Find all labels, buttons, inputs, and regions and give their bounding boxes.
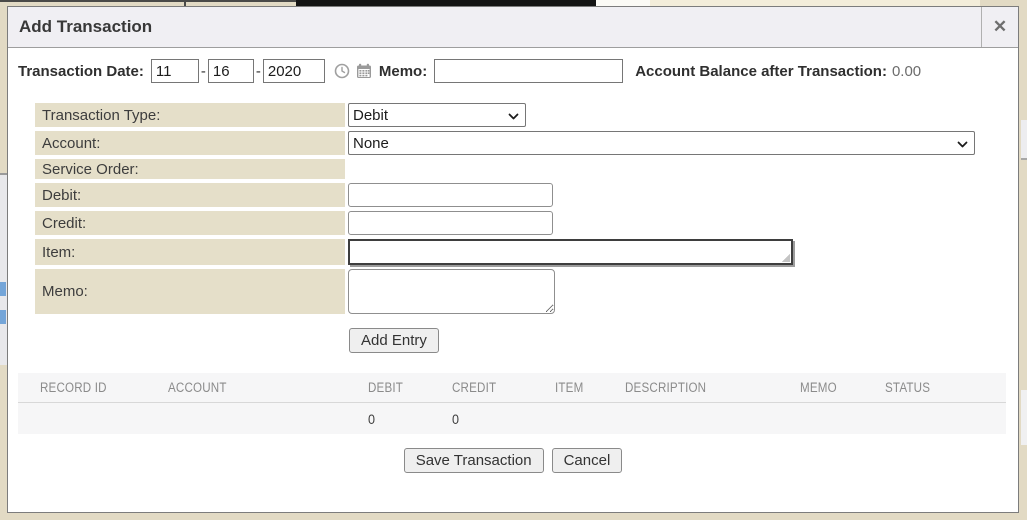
background-page-right-edge	[1021, 390, 1027, 445]
transaction-entry-form: Transaction Type: Debit Account: None	[35, 103, 1018, 353]
background-page-link-edge	[0, 282, 6, 296]
credit-label: Credit:	[35, 211, 345, 235]
top-memo-input[interactable]	[434, 59, 623, 83]
form-row-account: Account: None	[35, 131, 1018, 155]
column-header-credit: CREDIT	[452, 380, 541, 395]
date-month-input[interactable]	[151, 59, 199, 83]
debit-label: Debit:	[35, 183, 345, 207]
close-icon: ✕	[993, 17, 1007, 37]
column-header-description: DESCRIPTION	[625, 380, 776, 395]
dialog-title: Add Transaction	[8, 17, 981, 37]
item-input[interactable]	[348, 239, 793, 265]
background-page-left-edge	[0, 173, 7, 365]
date-day-input[interactable]	[208, 59, 254, 83]
cancel-button[interactable]: Cancel	[552, 448, 623, 473]
background-page-border	[0, 0, 298, 2]
transaction-date-label: Transaction Date:	[18, 63, 144, 80]
account-balance: Account Balance after Transaction: 0.00	[635, 63, 921, 80]
transaction-type-label: Transaction Type:	[35, 103, 345, 127]
service-order-label: Service Order:	[35, 159, 345, 179]
column-header-debit: DEBIT	[368, 380, 440, 395]
column-header-status: STATUS	[885, 380, 989, 395]
clock-icon[interactable]	[334, 63, 350, 79]
top-memo-label: Memo:	[379, 63, 427, 80]
dialog-header: Add Transaction ✕	[8, 7, 1018, 48]
cell-debit: 0	[368, 411, 444, 427]
column-header-record-id: RECORD ID	[40, 380, 150, 395]
save-transaction-button[interactable]: Save Transaction	[404, 448, 544, 473]
account-select[interactable]: None	[348, 131, 975, 155]
background-page-right-edge	[1021, 120, 1027, 160]
memo-label: Memo:	[35, 269, 345, 314]
entries-table: RECORD ID ACCOUNT DEBIT CREDIT ITEM DESC…	[18, 373, 1006, 434]
debit-input[interactable]	[348, 183, 553, 207]
form-row-credit: Credit:	[35, 211, 1018, 235]
account-balance-value: 0.00	[892, 63, 921, 80]
date-year-input[interactable]	[263, 59, 325, 83]
background-page-link-edge	[0, 310, 6, 324]
date-separator: -	[201, 63, 206, 80]
date-separator: -	[256, 63, 261, 80]
form-row-debit: Debit:	[35, 183, 1018, 207]
table-row: 0 0	[18, 403, 1006, 434]
date-memo-balance-row: Transaction Date: - -	[18, 59, 1008, 83]
memo-textarea[interactable]	[348, 269, 555, 314]
close-button[interactable]: ✕	[981, 7, 1018, 47]
column-header-account: ACCOUNT	[168, 380, 340, 395]
dialog-footer: Save Transaction Cancel	[8, 448, 1018, 473]
cell-credit: 0	[452, 411, 545, 427]
form-row-item: Item:	[35, 239, 1018, 265]
column-header-item: ITEM	[555, 380, 615, 395]
add-entry-button[interactable]: Add Entry	[349, 328, 439, 353]
calendar-icon[interactable]	[356, 63, 372, 79]
entries-table-header: RECORD ID ACCOUNT DEBIT CREDIT ITEM DESC…	[18, 373, 1006, 403]
column-header-memo: MEMO	[800, 380, 873, 395]
form-row-memo: Memo:	[35, 269, 1018, 314]
credit-input[interactable]	[348, 211, 553, 235]
form-row-service-order: Service Order:	[35, 159, 1018, 179]
item-label: Item:	[35, 239, 345, 265]
account-label: Account:	[35, 131, 345, 155]
form-row-transaction-type: Transaction Type: Debit	[35, 103, 1018, 127]
add-transaction-dialog: Add Transaction ✕ Transaction Date: - -	[7, 6, 1019, 513]
transaction-type-select[interactable]: Debit	[348, 103, 526, 127]
account-balance-label: Account Balance after Transaction:	[635, 63, 887, 80]
